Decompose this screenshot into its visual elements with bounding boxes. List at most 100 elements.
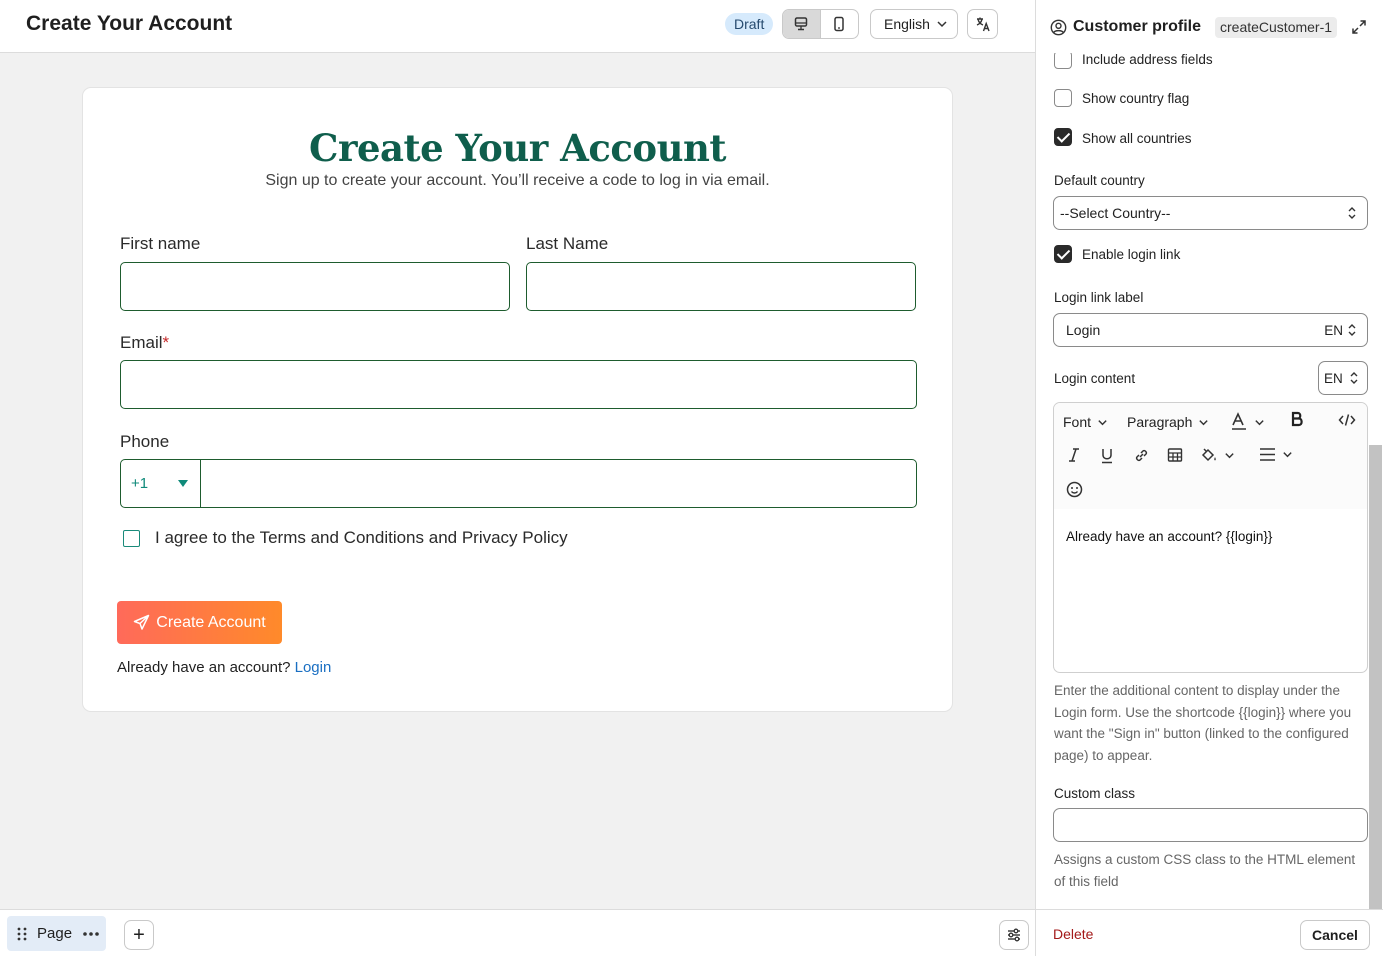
updown-chevron-icon — [1348, 207, 1356, 219]
email-input[interactable] — [120, 360, 917, 409]
last-name-input[interactable] — [526, 262, 916, 311]
terms-checkbox[interactable] — [123, 530, 140, 547]
sliders-icon — [1008, 928, 1020, 942]
first-name-label: First name — [120, 234, 201, 253]
panel-title: Customer profile — [1073, 18, 1202, 35]
desktop-view-button[interactable] — [783, 10, 821, 38]
phone-input[interactable] — [201, 460, 916, 507]
italic-button[interactable] — [1067, 447, 1081, 463]
link-button[interactable] — [1133, 447, 1150, 464]
underline-button[interactable] — [1100, 447, 1114, 464]
email-label: Email* — [120, 333, 169, 353]
font-dropdown-label: Font — [1063, 414, 1092, 430]
chevron-down-icon — [1199, 419, 1209, 425]
custom-class-input[interactable] — [1053, 808, 1368, 842]
bottom-bar: Page + — [0, 909, 1035, 956]
chevron-down-icon — [1098, 419, 1107, 425]
user-circle-icon — [1050, 19, 1067, 36]
caret-down-icon — [178, 480, 188, 487]
country-code-select[interactable]: +1 — [121, 460, 201, 507]
more-icon[interactable] — [82, 931, 100, 937]
language-code: EN — [1324, 323, 1343, 338]
form-card: Create Your Account Sign up to create yo… — [82, 87, 953, 712]
status-badge: Draft — [725, 13, 774, 35]
updown-chevron-icon — [1348, 324, 1356, 336]
panel-footer: Delete Cancel — [1036, 909, 1383, 956]
default-country-label: Default country — [1054, 173, 1145, 188]
bold-button[interactable] — [1290, 411, 1304, 427]
drag-handle-icon — [17, 927, 27, 940]
include-address-checkbox[interactable] — [1054, 51, 1072, 69]
rich-text-editor: Font Paragraph Already have an account? … — [1053, 402, 1368, 673]
login-link-label-input[interactable]: Login EN — [1053, 313, 1368, 347]
custom-class-help: Assigns a custom CSS class to the HTML e… — [1054, 852, 1356, 889]
underline-icon — [1102, 449, 1112, 464]
show-all-countries-checkbox[interactable] — [1054, 128, 1072, 146]
cancel-button[interactable]: Cancel — [1300, 920, 1370, 950]
link-icon — [1135, 449, 1148, 462]
language-value: English — [884, 16, 930, 32]
phone-label: Phone — [120, 432, 170, 451]
text-color-dropdown[interactable] — [1230, 412, 1265, 432]
terms-label: I agree to the Terms and Conditions and … — [155, 528, 568, 547]
emoji-button[interactable] — [1066, 481, 1083, 498]
settings-button[interactable] — [999, 920, 1029, 950]
default-country-value: --Select Country-- — [1060, 205, 1171, 221]
login-content-language-select[interactable]: EN — [1318, 361, 1368, 395]
login-prompt-text: Already have an account? — [117, 659, 291, 676]
show-country-flag-label: Show country flag — [1082, 91, 1190, 106]
include-address-label: Include address fields — [1082, 52, 1213, 67]
text-color-icon — [1232, 412, 1246, 430]
login-link-label-label: Login link label — [1054, 290, 1144, 305]
emoji-icon — [1066, 481, 1083, 498]
chevron-down-icon — [1255, 419, 1264, 425]
editor-toolbar: Font Paragraph — [1054, 403, 1367, 509]
form-title: Create Your Account — [309, 126, 726, 170]
desktop-icon — [795, 17, 808, 31]
updown-chevron-icon — [1350, 372, 1358, 384]
bold-icon — [1291, 411, 1303, 427]
page-item[interactable]: Page — [7, 916, 106, 951]
table-button[interactable] — [1167, 447, 1183, 463]
expand-icon[interactable] — [1351, 19, 1367, 35]
enable-login-link-label: Enable login link — [1082, 247, 1181, 262]
fill-color-dropdown[interactable] — [1200, 447, 1235, 464]
show-country-flag-checkbox[interactable] — [1054, 89, 1072, 107]
align-dropdown[interactable] — [1259, 447, 1293, 462]
first-name-input[interactable] — [120, 262, 510, 311]
editor-content[interactable]: Already have an account? {{login}} — [1066, 529, 1272, 544]
chevron-down-icon — [1283, 452, 1292, 458]
page-title: Create Your Account — [26, 12, 233, 35]
mobile-icon — [834, 16, 844, 32]
email-label-text: Email — [120, 333, 163, 352]
mobile-view-button[interactable] — [821, 10, 859, 38]
delete-button[interactable]: Delete — [1053, 926, 1093, 942]
editor-canvas: Create Your Account Sign up to create yo… — [0, 53, 1035, 910]
language-select[interactable]: English — [870, 9, 958, 39]
create-account-label: Create Account — [156, 613, 266, 631]
chevron-down-icon — [1225, 453, 1234, 459]
last-name-label: Last Name — [526, 234, 609, 253]
code-view-button[interactable] — [1338, 413, 1356, 427]
paint-bucket-icon — [1201, 448, 1216, 462]
login-link-label-value: Login — [1066, 322, 1101, 338]
enable-login-link-checkbox[interactable] — [1054, 245, 1072, 263]
panel-scrollbar[interactable] — [1369, 445, 1382, 941]
add-page-button[interactable]: + — [124, 920, 154, 950]
paragraph-dropdown[interactable]: Paragraph — [1127, 414, 1209, 430]
country-code-value: +1 — [131, 475, 149, 492]
custom-class-label: Custom class — [1054, 786, 1136, 801]
device-toggle — [782, 9, 859, 39]
create-account-button[interactable]: Create Account — [117, 601, 282, 644]
italic-icon — [1069, 448, 1079, 462]
required-mark: * — [162, 333, 170, 352]
translate-icon — [976, 17, 990, 32]
send-icon — [134, 614, 150, 630]
font-dropdown[interactable]: Font — [1063, 414, 1108, 430]
login-content-label: Login content — [1054, 371, 1136, 386]
translate-button[interactable] — [967, 9, 998, 39]
align-icon — [1260, 448, 1275, 461]
login-link[interactable]: Login — [295, 659, 332, 676]
code-icon — [1338, 414, 1356, 426]
default-country-select[interactable]: --Select Country-- — [1053, 196, 1368, 230]
